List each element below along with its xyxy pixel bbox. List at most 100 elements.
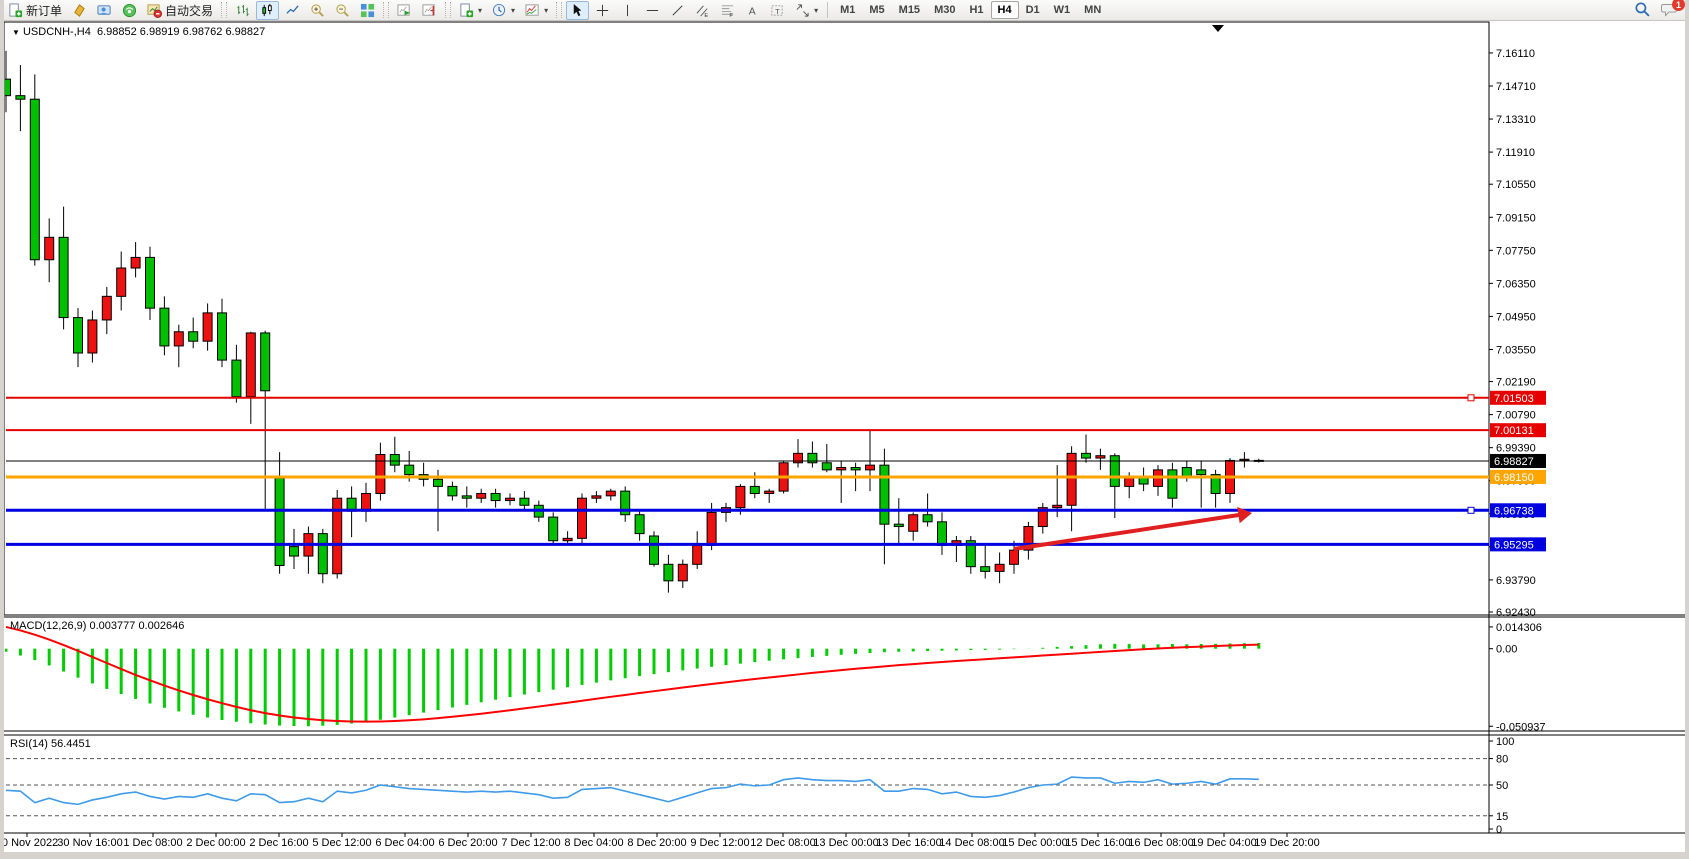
price-tick-label: 6.92430 — [1496, 607, 1536, 619]
price-tick-label: 7.16110 — [1496, 48, 1535, 60]
candle-body — [549, 517, 558, 541]
time-axis-label: 15 Dec 00:00 — [1002, 837, 1067, 849]
time-axis-label: 13 Dec 16:00 — [876, 837, 941, 849]
candle-body — [750, 486, 759, 493]
candle-body — [506, 498, 515, 500]
macd-layer — [6, 627, 1259, 726]
time-axis-label: 30 Nov 2022 — [0, 837, 58, 849]
candle-body — [448, 486, 457, 495]
rsi-value: 56.4451 — [51, 738, 91, 750]
time-axis-label: 5 Dec 12:00 — [312, 837, 371, 849]
candle-body — [434, 479, 443, 486]
candle-body — [1168, 470, 1177, 498]
candle-body — [650, 536, 659, 564]
price-tick-label: 7.03550 — [1496, 344, 1536, 356]
rsi-line — [6, 777, 1259, 804]
rsi-tick-label: 100 — [1496, 736, 1514, 748]
rsi-tick-label: 0 — [1496, 824, 1502, 836]
candle-body — [995, 564, 1004, 571]
candle-body — [1240, 459, 1249, 460]
time-axis-label: 2 Dec 16:00 — [249, 837, 308, 849]
candle-body — [218, 313, 227, 360]
candle-body — [74, 318, 83, 353]
time-axis-label: 12 Dec 08:00 — [750, 837, 815, 849]
candle-body — [736, 486, 745, 507]
candle-body — [491, 493, 500, 500]
window-frame — [1685, 0, 1689, 859]
candle-body — [837, 468, 846, 470]
time-axis-label: 6 Dec 20:00 — [438, 837, 497, 849]
price-badge-label: 6.96738 — [1494, 505, 1534, 517]
candle-body — [1096, 456, 1105, 458]
time-axis-label: 8 Dec 20:00 — [627, 837, 686, 849]
candle-body — [938, 522, 947, 546]
time-axis-label: 30 Nov 16:00 — [57, 837, 122, 849]
price-tick-label: 7.00790 — [1496, 410, 1536, 422]
candle-body — [88, 320, 97, 353]
candle-body — [606, 491, 615, 496]
macd-name: MACD(12,26,9) — [10, 620, 86, 632]
price-tick-label: 6.99390 — [1496, 443, 1536, 455]
candle-body — [678, 564, 687, 581]
hline-handle[interactable] — [1468, 507, 1474, 513]
candle-body — [45, 237, 54, 259]
candle-body — [693, 545, 702, 564]
title-open: 6.98852 — [97, 26, 137, 38]
time-axis-label: 8 Dec 04:00 — [564, 837, 623, 849]
price-tick-label: 7.07750 — [1496, 245, 1536, 257]
candle-body — [318, 534, 327, 574]
chart-title: ▼ USDCNH-,H4 6.98852 6.98919 6.98762 6.9… — [12, 26, 265, 38]
time-axis-label: 19 Dec 04:00 — [1191, 837, 1256, 849]
candle-body — [174, 332, 183, 346]
time-axis-label: 15 Dec 16:00 — [1065, 837, 1130, 849]
time-axis-label: 16 Dec 08:00 — [1128, 837, 1193, 849]
candle-body — [1010, 550, 1019, 564]
candle-body — [664, 564, 673, 581]
candle-body — [563, 538, 572, 540]
candle-body — [362, 493, 371, 511]
rsi-tick-label: 15 — [1496, 811, 1508, 823]
candle-body — [390, 455, 399, 466]
candle-body — [981, 567, 990, 572]
candle-body — [477, 493, 486, 498]
time-axis-label: 13 Dec 00:00 — [813, 837, 878, 849]
time-axis-label: 14 Dec 08:00 — [939, 837, 1004, 849]
time-axis-label: 7 Dec 12:00 — [501, 837, 560, 849]
chart-canvas[interactable]: 7.161107.147107.133107.119107.105507.091… — [0, 0, 1689, 859]
candle-body — [822, 463, 831, 470]
hline-handle[interactable] — [1468, 395, 1474, 401]
price-tick-label: 7.13310 — [1496, 114, 1536, 126]
rsi-layer — [6, 759, 1489, 816]
candle-body — [203, 313, 212, 341]
time-axis-label: 19 Dec 20:00 — [1254, 837, 1319, 849]
price-tick-label: 6.93790 — [1496, 575, 1536, 587]
candle-body — [592, 496, 601, 498]
candle-body — [1053, 505, 1062, 507]
candle-body — [851, 468, 860, 470]
candle-body — [117, 268, 126, 296]
price-badge-label: 6.98150 — [1494, 472, 1534, 484]
candle-body — [866, 465, 875, 470]
price-badge-label: 6.95295 — [1494, 539, 1534, 551]
candle-body — [261, 333, 270, 391]
candle-body — [160, 308, 169, 346]
candle-body — [131, 257, 140, 268]
candle-body — [520, 498, 529, 505]
macd-main-value: 0.003777 — [89, 620, 135, 632]
macd-label: MACD(12,26,9) 0.003777 0.002646 — [10, 620, 184, 632]
price-tick-label: 7.06350 — [1496, 278, 1536, 290]
collapse-arrow-icon[interactable]: ▼ — [12, 28, 20, 37]
title-close: 6.98827 — [225, 26, 265, 38]
candle-body — [232, 360, 241, 397]
time-axis-label: 9 Dec 12:00 — [690, 837, 749, 849]
window-frame — [0, 852, 1689, 859]
price-tick-label: 7.02190 — [1496, 377, 1536, 389]
rsi-tick-label: 80 — [1496, 754, 1508, 766]
candle-body — [1197, 470, 1206, 475]
current-price-label: 6.98827 — [1494, 456, 1534, 468]
candle-body — [1110, 456, 1119, 487]
candle-body — [189, 332, 198, 341]
price-badge-label: 7.00131 — [1494, 425, 1534, 437]
price-tick-label: 7.14710 — [1496, 81, 1536, 93]
price-badge-label: 7.01503 — [1494, 393, 1534, 405]
